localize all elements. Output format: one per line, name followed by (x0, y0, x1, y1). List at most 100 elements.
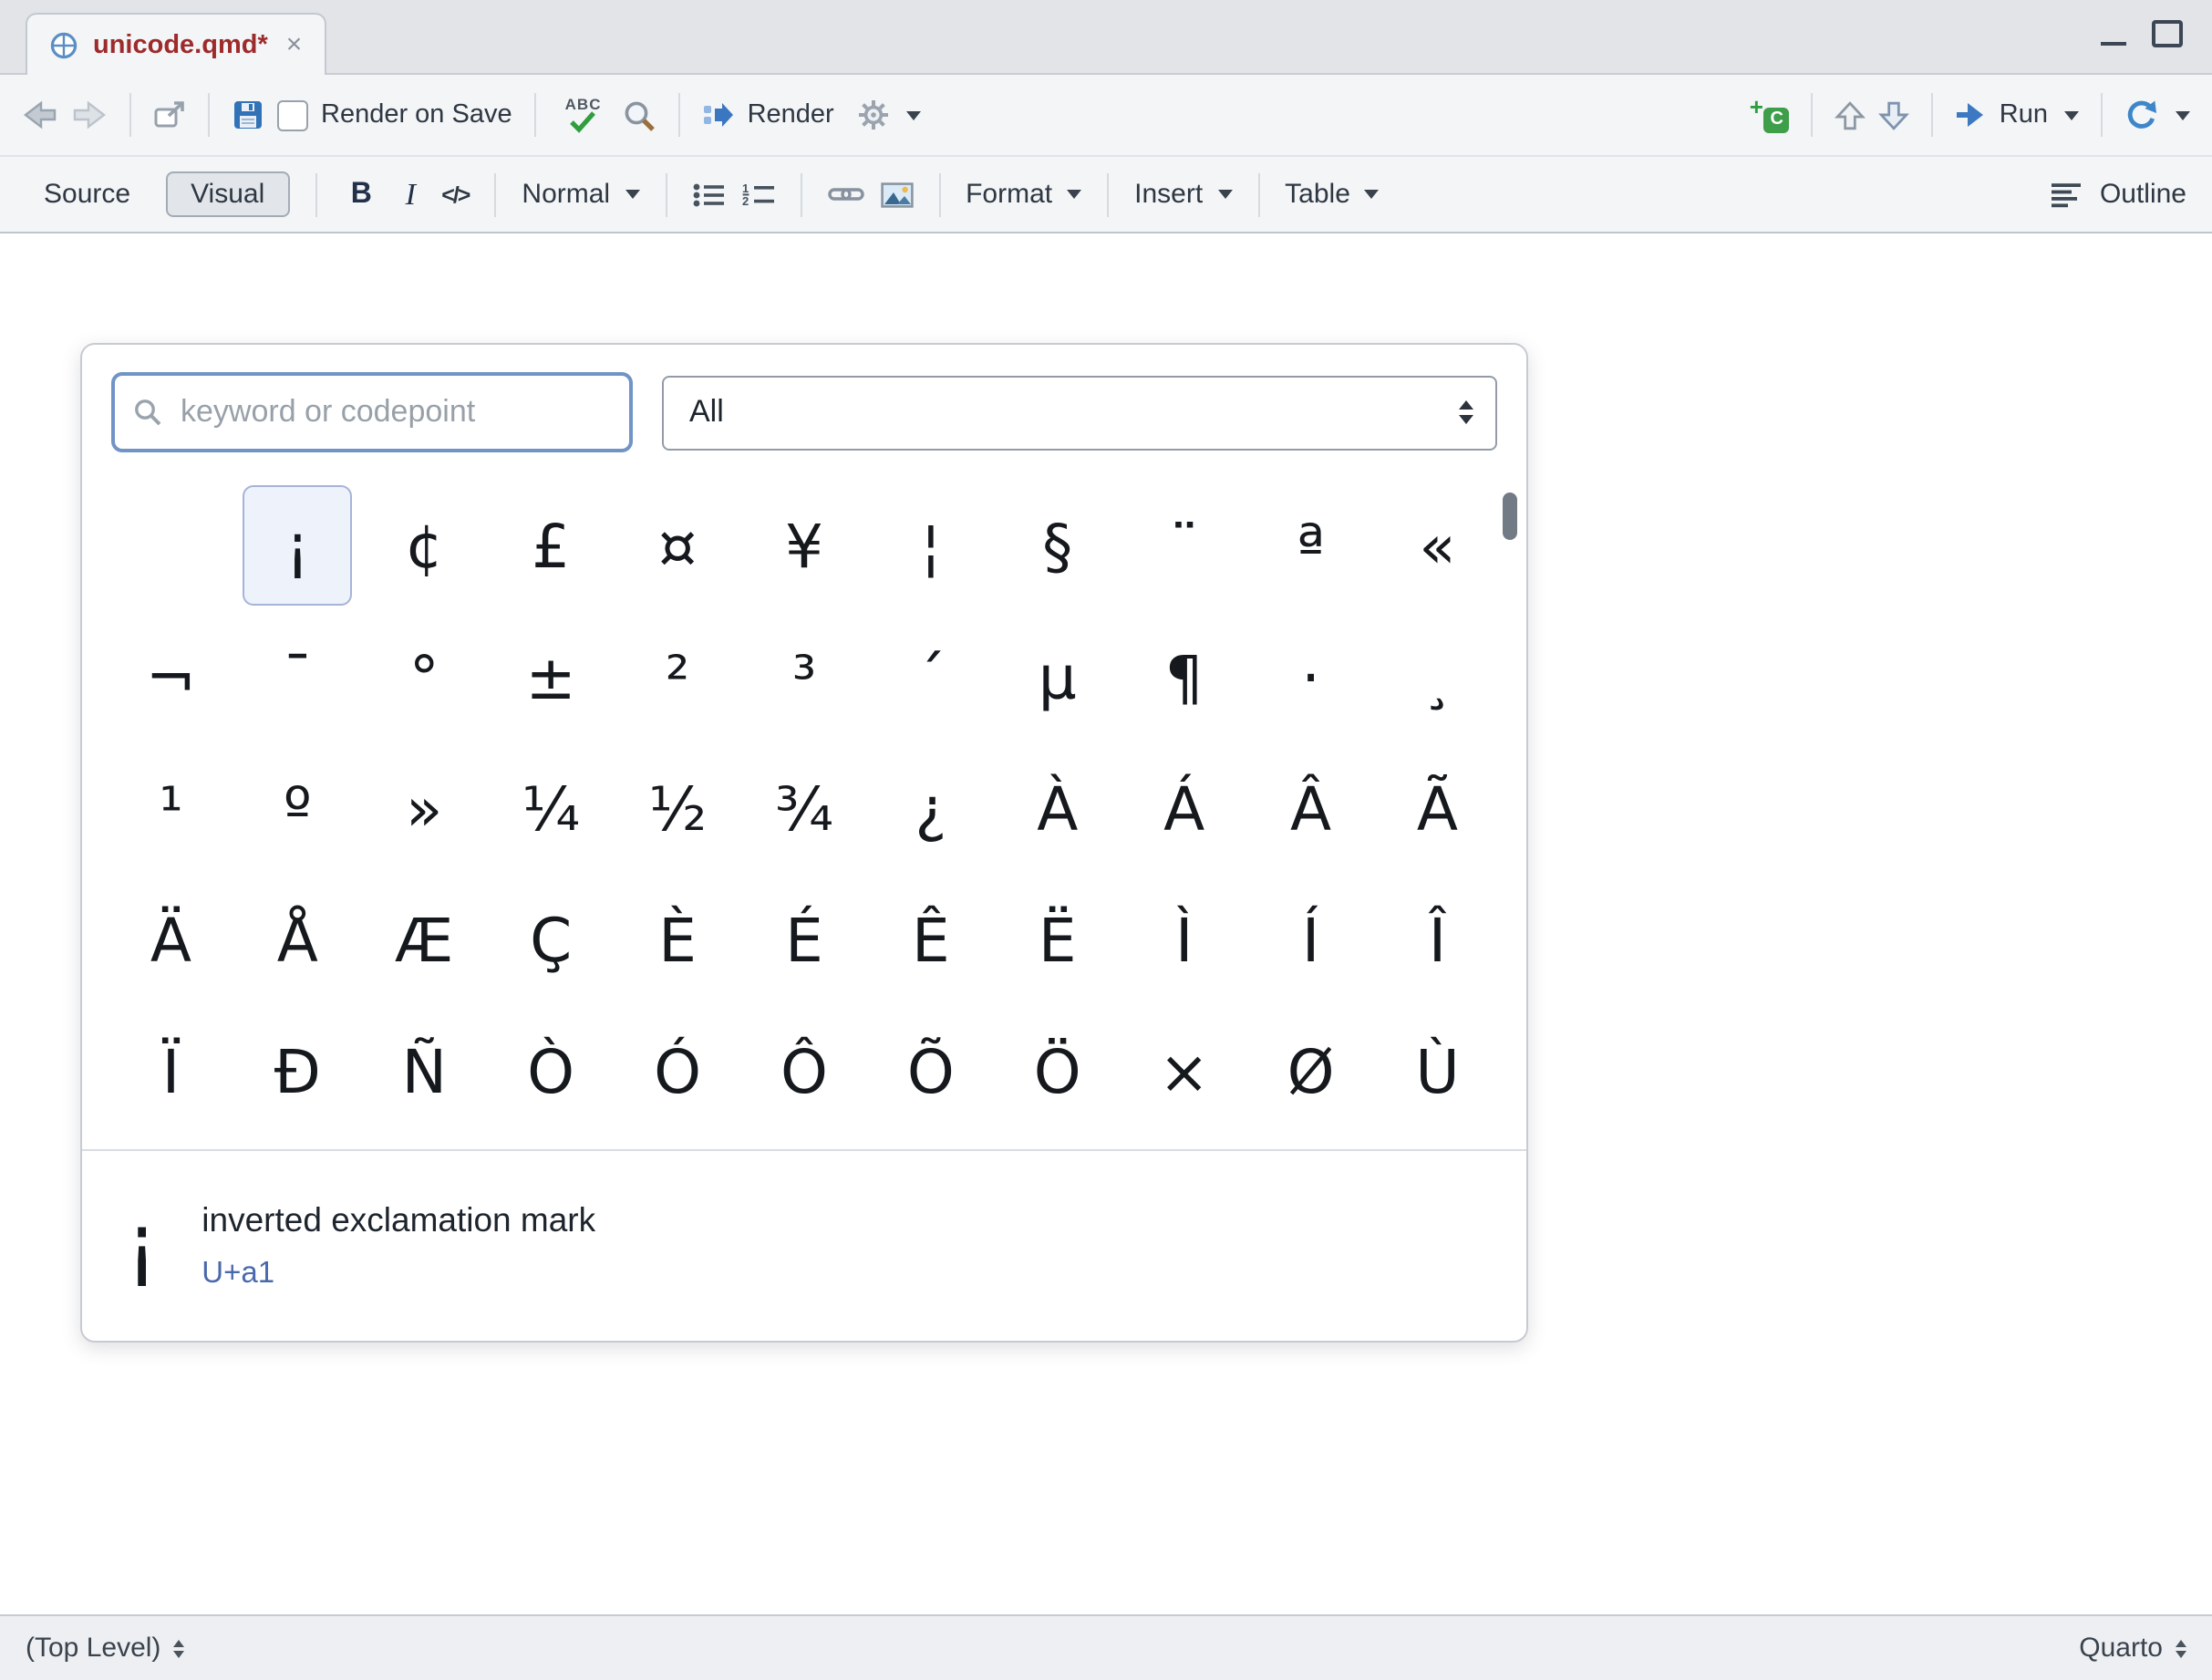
symbol-cell[interactable]: Í (1256, 879, 1366, 1000)
bulleted-list-icon[interactable] (692, 181, 725, 207)
open-in-new-window-icon[interactable] (153, 100, 186, 130)
symbol-cell[interactable]: ³ (749, 617, 859, 737)
table-menu[interactable]: Table (1285, 179, 1380, 210)
symbol-cell[interactable]: ¸ (1383, 617, 1493, 737)
link-icon[interactable] (827, 182, 863, 206)
symbol-cell[interactable]: £ (496, 485, 605, 606)
run-options-caret-icon[interactable] (2064, 110, 2079, 119)
symbol-cell[interactable]: » (369, 748, 479, 868)
symbol-cell[interactable]: Ù (1383, 1011, 1493, 1131)
symbol-cell[interactable]: Ë (1003, 879, 1112, 1000)
symbol-cell[interactable]: ¥ (749, 485, 859, 606)
symbol-cell[interactable]: Ï (116, 1011, 225, 1131)
symbol-cell[interactable]: Ñ (369, 1011, 479, 1131)
symbol-cell[interactable]: Ã (1383, 748, 1493, 868)
go-to-previous-chunk-icon[interactable] (1835, 99, 1866, 130)
symbol-cell[interactable]: ´ (876, 617, 986, 737)
find-icon[interactable] (622, 98, 656, 132)
source-mode-button[interactable]: Source (26, 173, 149, 215)
rerun-options-caret-icon[interactable] (2176, 110, 2190, 119)
symbol-cell[interactable]: § (1003, 485, 1112, 606)
go-to-next-chunk-icon[interactable] (1879, 99, 1910, 130)
visual-mode-button[interactable]: Visual (165, 171, 290, 217)
symbol-cell[interactable]: Æ (369, 879, 479, 1000)
spellcheck-icon[interactable]: ABC (558, 91, 609, 139)
symbol-cell[interactable]: º (243, 748, 352, 868)
symbol-search-box[interactable] (111, 372, 633, 452)
document-format-selector[interactable]: Quarto (2079, 1633, 2186, 1664)
symbol-cell[interactable]: ° (369, 617, 479, 737)
minimize-icon[interactable] (2101, 23, 2126, 45)
symbol-cell[interactable]: Â (1256, 748, 1366, 868)
symbol-cell[interactable]: ± (496, 617, 605, 737)
symbol-cell[interactable]: Ô (749, 1011, 859, 1131)
symbol-search-input[interactable] (177, 392, 611, 432)
symbol-cell[interactable]: ¤ (623, 485, 732, 606)
symbol-cell[interactable]: ½ (623, 748, 732, 868)
render-on-save-checkbox[interactable] (277, 99, 308, 130)
symbol-cell[interactable]: ¼ (496, 748, 605, 868)
symbol-cell[interactable]: ¨ (1130, 485, 1239, 606)
gear-icon[interactable] (858, 99, 891, 131)
maximize-icon[interactable] (2152, 20, 2183, 47)
symbol-cell[interactable]: Õ (876, 1011, 986, 1131)
symbol-cell[interactable]: Ä (116, 879, 225, 1000)
symbol-cell[interactable]: µ (1003, 617, 1112, 737)
symbol-block-select[interactable]: All (662, 375, 1497, 450)
insert-menu[interactable]: Insert (1134, 179, 1232, 210)
symbol-cell[interactable]: Ö (1003, 1011, 1112, 1131)
rerun-icon[interactable] (2124, 98, 2159, 132)
symbol-cell[interactable]: ª (1256, 485, 1366, 606)
run-icon[interactable] (1956, 100, 1987, 130)
tab-unicode-qmd[interactable]: unicode.qmd* × (26, 13, 326, 75)
outline-toggle[interactable]: Outline (2100, 179, 2186, 210)
code-button[interactable]: </> (441, 181, 469, 207)
symbol-cell[interactable]: ¯ (243, 617, 352, 737)
image-icon[interactable] (880, 181, 913, 207)
symbol-cell[interactable]: Ð (243, 1011, 352, 1131)
symbol-cell[interactable]: ¿ (876, 748, 986, 868)
editor-canvas[interactable]: All ¡¢£¤¥¦§¨ª« ¬¯°±²³´µ¶·¸ ¹º»¼½¾¿ÀÁÂÃ ÄÅÆÇ… (0, 233, 2212, 1614)
symbol-cell[interactable]: Å (243, 879, 352, 1000)
symbol-cell[interactable]: ¡ (243, 485, 352, 606)
symbol-cell[interactable]: × (1130, 1011, 1239, 1131)
back-icon[interactable] (22, 100, 58, 130)
symbol-cell[interactable]: · (1256, 617, 1366, 737)
render-icon[interactable] (702, 100, 735, 130)
symbol-cell[interactable] (116, 485, 225, 606)
symbol-cell[interactable]: « (1383, 485, 1493, 606)
save-icon[interactable] (232, 99, 264, 131)
symbol-cell[interactable]: ¾ (749, 748, 859, 868)
symbol-cell[interactable]: Ò (496, 1011, 605, 1131)
symbol-cell[interactable]: Î (1383, 879, 1493, 1000)
symbol-cell[interactable]: È (623, 879, 732, 1000)
symbol-cell[interactable]: ¦ (876, 485, 986, 606)
symbol-cell[interactable]: ¬ (116, 617, 225, 737)
symbol-cell[interactable]: ¹ (116, 748, 225, 868)
outline-icon[interactable] (2051, 181, 2083, 207)
symbol-cell[interactable]: Á (1130, 748, 1239, 868)
symbol-cell[interactable]: À (1003, 748, 1112, 868)
symbol-cell[interactable]: É (749, 879, 859, 1000)
symbol-cell[interactable]: ² (623, 617, 732, 737)
symbol-cell[interactable]: Ø (1256, 1011, 1366, 1131)
bold-button[interactable]: B (343, 178, 379, 211)
symbol-cell[interactable]: Ç (496, 879, 605, 1000)
paragraph-style-dropdown[interactable]: Normal (522, 179, 639, 210)
scope-selector[interactable]: (Top Level) (26, 1633, 184, 1664)
symbol-cell[interactable]: Ì (1130, 879, 1239, 1000)
render-options-caret-icon[interactable] (907, 110, 922, 119)
numbered-list-icon[interactable]: 1 2 (741, 181, 774, 207)
symbol-cell[interactable]: ¢ (369, 485, 479, 606)
run-button[interactable]: Run (2000, 100, 2048, 130)
symbol-cell[interactable]: ¶ (1130, 617, 1239, 737)
symbol-cell[interactable]: Ó (623, 1011, 732, 1131)
scrollbar-thumb[interactable] (1503, 493, 1517, 540)
render-button[interactable]: Render (748, 100, 834, 130)
symbol-cell[interactable]: Ê (876, 879, 986, 1000)
format-menu[interactable]: Format (966, 179, 1081, 210)
forward-icon[interactable] (71, 100, 108, 130)
italic-button[interactable]: I (396, 176, 425, 213)
insert-chunk-icon[interactable]: + C (1750, 98, 1790, 132)
tab-close-icon[interactable]: × (283, 31, 306, 58)
